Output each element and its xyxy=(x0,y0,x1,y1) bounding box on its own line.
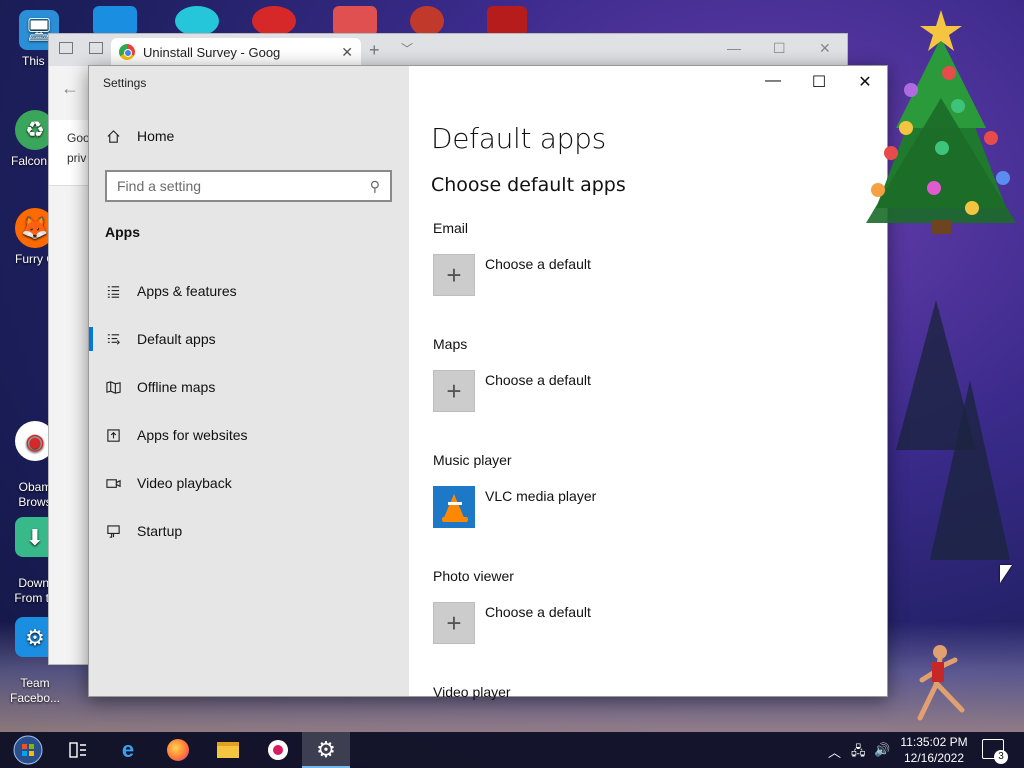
vlc-base xyxy=(442,517,468,522)
default-app-maps[interactable]: + Choose a default xyxy=(433,370,591,412)
close-tab-icon[interactable]: ✕ xyxy=(341,44,353,61)
wallpaper-pine-tree xyxy=(930,380,1010,560)
settings-taskbar-gear-icon[interactable]: ⚙ xyxy=(302,732,350,768)
tab-search-icon[interactable] xyxy=(89,42,103,54)
nav-section-heading: Apps xyxy=(105,224,140,240)
maximize-icon[interactable]: ☐ xyxy=(773,40,786,57)
nav-item-startup[interactable]: Startup xyxy=(105,519,182,543)
category-photo-viewer: Photo viewer xyxy=(433,568,514,584)
clock-time: 11:35:02 PM xyxy=(900,735,968,749)
settings-nav-pane: Settings Home ⚲ Apps Apps & features Def… xyxy=(89,66,409,696)
vlc-icon xyxy=(433,486,475,528)
santa-desktop-icon[interactable] xyxy=(410,6,444,36)
nav-item-label: Apps & features xyxy=(137,283,237,299)
chevron-up-icon[interactable]: ︿ xyxy=(828,742,841,761)
close-icon[interactable]: ✕ xyxy=(819,40,831,57)
minimize-icon[interactable]: — xyxy=(727,40,741,56)
maximize-icon[interactable]: ☐ xyxy=(809,72,829,92)
taskbar: e ⚙ ︿ 🖧 🔊 11:35:02 PM 12/16/2022 3 xyxy=(0,732,1024,768)
house-desktop-icon[interactable] xyxy=(333,6,377,36)
start-button[interactable] xyxy=(4,732,52,768)
nav-item-label: Offline maps xyxy=(137,379,216,395)
chevron-down-icon[interactable]: ﹀ xyxy=(401,40,413,57)
window-title: Settings xyxy=(103,76,147,90)
nav-item-apps-features[interactable]: Apps & features xyxy=(105,279,237,303)
default-apps-icon xyxy=(105,331,121,347)
map-icon xyxy=(105,379,121,395)
nav-item-label: Apps for websites xyxy=(137,427,248,443)
default-app-email[interactable]: + Choose a default xyxy=(433,254,591,296)
list-icon xyxy=(105,283,121,299)
nav-item-label: Video playback xyxy=(137,475,232,491)
chrome-tab-bar: Uninstall Survey - Goog ✕ + ﹀ — ☐ ✕ xyxy=(49,34,847,66)
nav-item-apps-for-websites[interactable]: Apps for websites xyxy=(105,423,248,447)
minimize-icon[interactable]: — xyxy=(763,72,783,90)
page-title: Default apps xyxy=(431,122,606,155)
network-icon[interactable]: 🖧 xyxy=(851,742,866,764)
new-tab-icon[interactable]: + xyxy=(369,40,380,61)
clock-date: 12/16/2022 xyxy=(903,751,965,765)
nav-item-offline-maps[interactable]: Offline maps xyxy=(105,375,215,399)
nav-home[interactable]: Home xyxy=(105,128,174,144)
app-name: VLC media player xyxy=(485,488,597,504)
find-setting-search[interactable]: ⚲ xyxy=(105,170,392,202)
nav-item-default-apps[interactable]: Default apps xyxy=(105,327,216,351)
plus-icon: + xyxy=(433,602,475,644)
app-name: Choose a default xyxy=(485,604,591,620)
dancer-gadget xyxy=(917,645,965,721)
settings-window[interactable]: Settings Home ⚲ Apps Apps & features Def… xyxy=(88,65,889,700)
p-desktop-icon[interactable] xyxy=(252,6,296,36)
nav-item-video-playback[interactable]: Video playback xyxy=(105,471,232,495)
app-icon[interactable] xyxy=(254,732,302,768)
nav-home-label: Home xyxy=(137,128,175,144)
chrome-page-text: Goo priv xyxy=(49,120,90,186)
plus-icon: + xyxy=(433,370,475,412)
nav-item-label: Default apps xyxy=(137,331,216,347)
search-icon[interactable]: ⚲ xyxy=(370,178,380,195)
settings-content-pane: — ☐ ✕ Default apps Choose default apps E… xyxy=(409,66,889,700)
desktop-icon-label: Team Facebo... xyxy=(9,676,61,705)
home-icon xyxy=(105,128,121,144)
app-name: Choose a default xyxy=(485,372,591,388)
section-subtitle: Choose default apps xyxy=(431,174,626,196)
back-arrow-icon[interactable]: ← xyxy=(61,78,79,99)
category-email: Email xyxy=(433,220,469,236)
file-explorer-icon[interactable] xyxy=(204,732,252,768)
startup-icon xyxy=(105,523,121,539)
system-clock[interactable]: 11:35:02 PM 12/16/2022 xyxy=(896,734,972,766)
video-icon xyxy=(105,475,121,491)
gem-desktop-icon[interactable] xyxy=(175,6,219,36)
app-name: Choose a default xyxy=(485,256,591,272)
gift-desktop-icon[interactable] xyxy=(487,6,527,36)
christmas-tree-gadget xyxy=(866,10,1016,234)
default-app-photo-viewer[interactable]: + Choose a default xyxy=(433,602,591,644)
notification-count-badge: 3 xyxy=(994,750,1008,764)
chrome-tab[interactable]: Uninstall Survey - Goog ✕ xyxy=(111,38,361,66)
vlc-stripe xyxy=(448,502,462,505)
category-video-player: Video player xyxy=(433,684,511,700)
tab-actions-icon[interactable] xyxy=(59,42,73,54)
settings-desktop-icon[interactable] xyxy=(93,6,137,36)
plus-icon: + xyxy=(433,254,475,296)
category-music-player: Music player xyxy=(433,452,512,468)
chrome-favicon-icon xyxy=(119,44,135,60)
open-link-icon xyxy=(105,427,121,443)
category-maps: Maps xyxy=(433,336,468,352)
task-view-icon[interactable] xyxy=(54,732,102,768)
search-input[interactable] xyxy=(117,178,370,194)
tab-title: Uninstall Survey - Goog xyxy=(143,44,281,60)
nav-item-label: Startup xyxy=(137,523,183,539)
mouse-cursor xyxy=(1000,565,1012,583)
nav-selected-indicator xyxy=(89,327,93,351)
default-app-music-player[interactable]: VLC media player xyxy=(433,486,596,528)
edge-icon[interactable]: e xyxy=(104,732,152,768)
volume-icon[interactable]: 🔊 xyxy=(874,742,890,758)
firefox-icon[interactable] xyxy=(154,732,202,768)
